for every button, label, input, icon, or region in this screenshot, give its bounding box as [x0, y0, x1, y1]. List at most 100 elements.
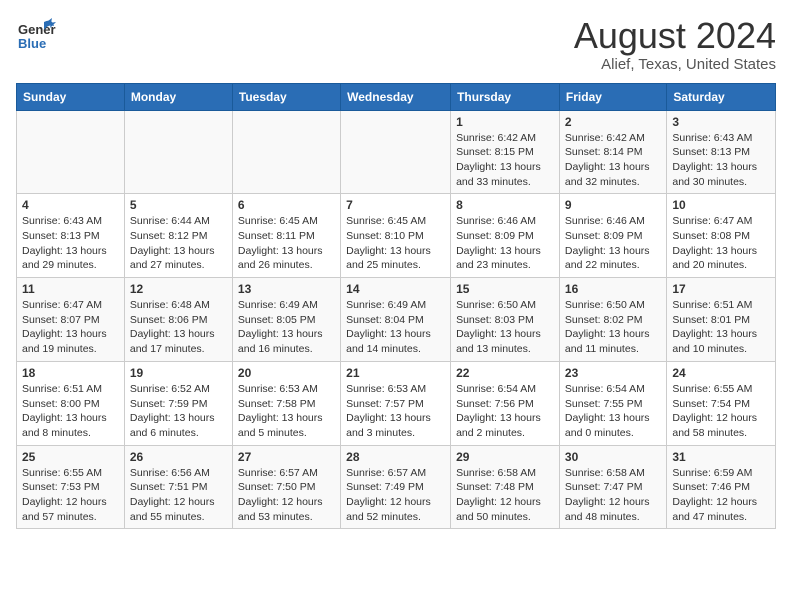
calendar-day-cell: 1Sunrise: 6:42 AMSunset: 8:15 PMDaylight… [451, 110, 560, 194]
day-number: 17 [672, 282, 770, 296]
day-info: Sunrise: 6:48 AMSunset: 8:06 PMDaylight:… [130, 298, 227, 357]
day-info: Sunrise: 6:49 AMSunset: 8:04 PMDaylight:… [346, 298, 445, 357]
calendar-day-cell: 7Sunrise: 6:45 AMSunset: 8:10 PMDaylight… [341, 194, 451, 278]
day-number: 31 [672, 450, 770, 464]
weekday-header-cell: Tuesday [232, 83, 340, 110]
calendar-day-cell: 30Sunrise: 6:58 AMSunset: 7:47 PMDayligh… [559, 445, 666, 529]
day-info: Sunrise: 6:42 AMSunset: 8:14 PMDaylight:… [565, 131, 661, 190]
day-number: 6 [238, 198, 335, 212]
svg-text:Blue: Blue [18, 36, 46, 51]
calendar-day-cell: 28 Sunrise: 6:57 AMSunset: 7:49 PMDayligh… [341, 445, 451, 529]
day-info: Sunrise: 6:46 AMSunset: 8:09 PMDaylight:… [565, 214, 661, 273]
calendar-day-cell: 8 Sunrise: 6:46 AMSunset: 8:09 PMDaylight… [451, 194, 560, 278]
day-number: 12 [130, 282, 227, 296]
calendar-day-cell: 23 Sunrise: 6:54 AMSunset: 7:55 PMDayligh… [559, 361, 666, 445]
calendar-week-row: 4 Sunrise: 6:43 AMSunset: 8:13 PMDaylight… [17, 194, 776, 278]
day-info: Sunrise: 6:56 AMSunset: 7:51 PMDaylight:… [130, 466, 227, 525]
calendar-day-cell: 3 Sunrise: 6:43 AMSunset: 8:13 PMDaylight… [667, 110, 776, 194]
day-number: 8 [456, 198, 554, 212]
day-number: 27 [238, 450, 335, 464]
calendar-day-cell: 13 Sunrise: 6:49 AMSunset: 8:05 PMDayligh… [232, 278, 340, 362]
calendar-day-cell: 22Sunrise: 6:54 AMSunset: 7:56 PMDayligh… [451, 361, 560, 445]
day-number: 21 [346, 366, 445, 380]
calendar-day-cell: 18 Sunrise: 6:51 AMSunset: 8:00 PMDayligh… [17, 361, 125, 445]
day-info: Sunrise: 6:43 AMSunset: 8:13 PMDaylight:… [22, 214, 119, 273]
day-number: 13 [238, 282, 335, 296]
calendar-day-cell: 19 Sunrise: 6:52 AMSunset: 7:59 PMDayligh… [124, 361, 232, 445]
calendar-week-row: 1Sunrise: 6:42 AMSunset: 8:15 PMDaylight… [17, 110, 776, 194]
calendar-day-cell: 27Sunrise: 6:57 AMSunset: 7:50 PMDayligh… [232, 445, 340, 529]
calendar-day-cell: 17 Sunrise: 6:51 AMSunset: 8:01 PMDayligh… [667, 278, 776, 362]
day-number: 2 [565, 115, 661, 129]
day-number: 29 [456, 450, 554, 464]
weekday-header-cell: Monday [124, 83, 232, 110]
day-number: 23 [565, 366, 661, 380]
day-number: 20 [238, 366, 335, 380]
day-info: Sunrise: 6:43 AMSunset: 8:13 PMDaylight:… [672, 131, 770, 190]
calendar-day-cell: 29Sunrise: 6:58 AMSunset: 7:48 PMDayligh… [451, 445, 560, 529]
day-info: Sunrise: 6:54 AMSunset: 7:55 PMDaylight:… [565, 382, 661, 441]
day-number: 16 [565, 282, 661, 296]
calendar-day-cell [17, 110, 125, 194]
calendar-day-cell: 20 Sunrise: 6:53 AMSunset: 7:58 PMDayligh… [232, 361, 340, 445]
title-block: August 2024 Alief, Texas, United States [574, 16, 776, 73]
day-info: Sunrise: 6:55 AMSunset: 7:54 PMDaylight:… [672, 382, 770, 441]
day-info: Sunrise: 6:47 AMSunset: 8:07 PMDaylight:… [22, 298, 119, 357]
calendar-day-cell: 15 Sunrise: 6:50 AMSunset: 8:03 PMDayligh… [451, 278, 560, 362]
calendar-day-cell [124, 110, 232, 194]
day-number: 14 [346, 282, 445, 296]
day-number: 10 [672, 198, 770, 212]
day-number: 28 [346, 450, 445, 464]
calendar-day-cell: 21Sunrise: 6:53 AMSunset: 7:57 PMDayligh… [341, 361, 451, 445]
calendar-day-cell: 24 Sunrise: 6:55 AMSunset: 7:54 PMDayligh… [667, 361, 776, 445]
day-info: Sunrise: 6:47 AMSunset: 8:08 PMDaylight:… [672, 214, 770, 273]
day-info: Sunrise: 6:49 AMSunset: 8:05 PMDaylight:… [238, 298, 335, 357]
weekday-header-cell: Saturday [667, 83, 776, 110]
calendar-day-cell: 2 Sunrise: 6:42 AMSunset: 8:14 PMDaylight… [559, 110, 666, 194]
calendar-day-cell: 16 Sunrise: 6:50 AMSunset: 8:02 PMDayligh… [559, 278, 666, 362]
day-number: 22 [456, 366, 554, 380]
month-year-title: August 2024 [574, 16, 776, 56]
day-info: Sunrise: 6:52 AMSunset: 7:59 PMDaylight:… [130, 382, 227, 441]
calendar-day-cell: 31Sunrise: 6:59 AMSunset: 7:46 PMDayligh… [667, 445, 776, 529]
weekday-header-cell: Thursday [451, 83, 560, 110]
calendar-day-cell [232, 110, 340, 194]
calendar-week-row: 25 Sunrise: 6:55 AMSunset: 7:53 PMDayligh… [17, 445, 776, 529]
calendar-table: SundayMondayTuesdayWednesdayThursdayFrid… [16, 83, 776, 530]
day-info: Sunrise: 6:58 AMSunset: 7:47 PMDaylight:… [565, 466, 661, 525]
weekday-header-cell: Friday [559, 83, 666, 110]
calendar-day-cell: 6 Sunrise: 6:45 AMSunset: 8:11 PMDaylight… [232, 194, 340, 278]
day-number: 9 [565, 198, 661, 212]
day-number: 26 [130, 450, 227, 464]
day-number: 11 [22, 282, 119, 296]
calendar-day-cell: 5Sunrise: 6:44 AMSunset: 8:12 PMDaylight… [124, 194, 232, 278]
day-number: 3 [672, 115, 770, 129]
page-header: General Blue August 2024 Alief, Texas, U… [16, 16, 776, 73]
calendar-day-cell: 11 Sunrise: 6:47 AMSunset: 8:07 PMDayligh… [17, 278, 125, 362]
day-info: Sunrise: 6:57 AMSunset: 7:49 PMDaylight:… [346, 466, 445, 525]
logo-mark: General Blue [16, 16, 56, 61]
weekday-header-row: SundayMondayTuesdayWednesdayThursdayFrid… [17, 83, 776, 110]
day-number: 24 [672, 366, 770, 380]
location-subtitle: Alief, Texas, United States [574, 56, 776, 73]
day-info: Sunrise: 6:46 AMSunset: 8:09 PMDaylight:… [456, 214, 554, 273]
day-info: Sunrise: 6:51 AMSunset: 8:00 PMDaylight:… [22, 382, 119, 441]
day-number: 15 [456, 282, 554, 296]
logo: General Blue [16, 16, 56, 61]
calendar-day-cell: 26 Sunrise: 6:56 AMSunset: 7:51 PMDayligh… [124, 445, 232, 529]
calendar-day-cell: 25 Sunrise: 6:55 AMSunset: 7:53 PMDayligh… [17, 445, 125, 529]
day-number: 25 [22, 450, 119, 464]
calendar-body: 1Sunrise: 6:42 AMSunset: 8:15 PMDaylight… [17, 110, 776, 529]
day-number: 4 [22, 198, 119, 212]
day-info: Sunrise: 6:50 AMSunset: 8:02 PMDaylight:… [565, 298, 661, 357]
day-info: Sunrise: 6:55 AMSunset: 7:53 PMDaylight:… [22, 466, 119, 525]
day-info: Sunrise: 6:50 AMSunset: 8:03 PMDaylight:… [456, 298, 554, 357]
day-number: 18 [22, 366, 119, 380]
calendar-day-cell: 14 Sunrise: 6:49 AMSunset: 8:04 PMDayligh… [341, 278, 451, 362]
day-info: Sunrise: 6:53 AMSunset: 7:58 PMDaylight:… [238, 382, 335, 441]
day-number: 19 [130, 366, 227, 380]
calendar-day-cell: 12 Sunrise: 6:48 AMSunset: 8:06 PMDayligh… [124, 278, 232, 362]
weekday-header-cell: Wednesday [341, 83, 451, 110]
day-info: Sunrise: 6:51 AMSunset: 8:01 PMDaylight:… [672, 298, 770, 357]
day-info: Sunrise: 6:45 AMSunset: 8:11 PMDaylight:… [238, 214, 335, 273]
